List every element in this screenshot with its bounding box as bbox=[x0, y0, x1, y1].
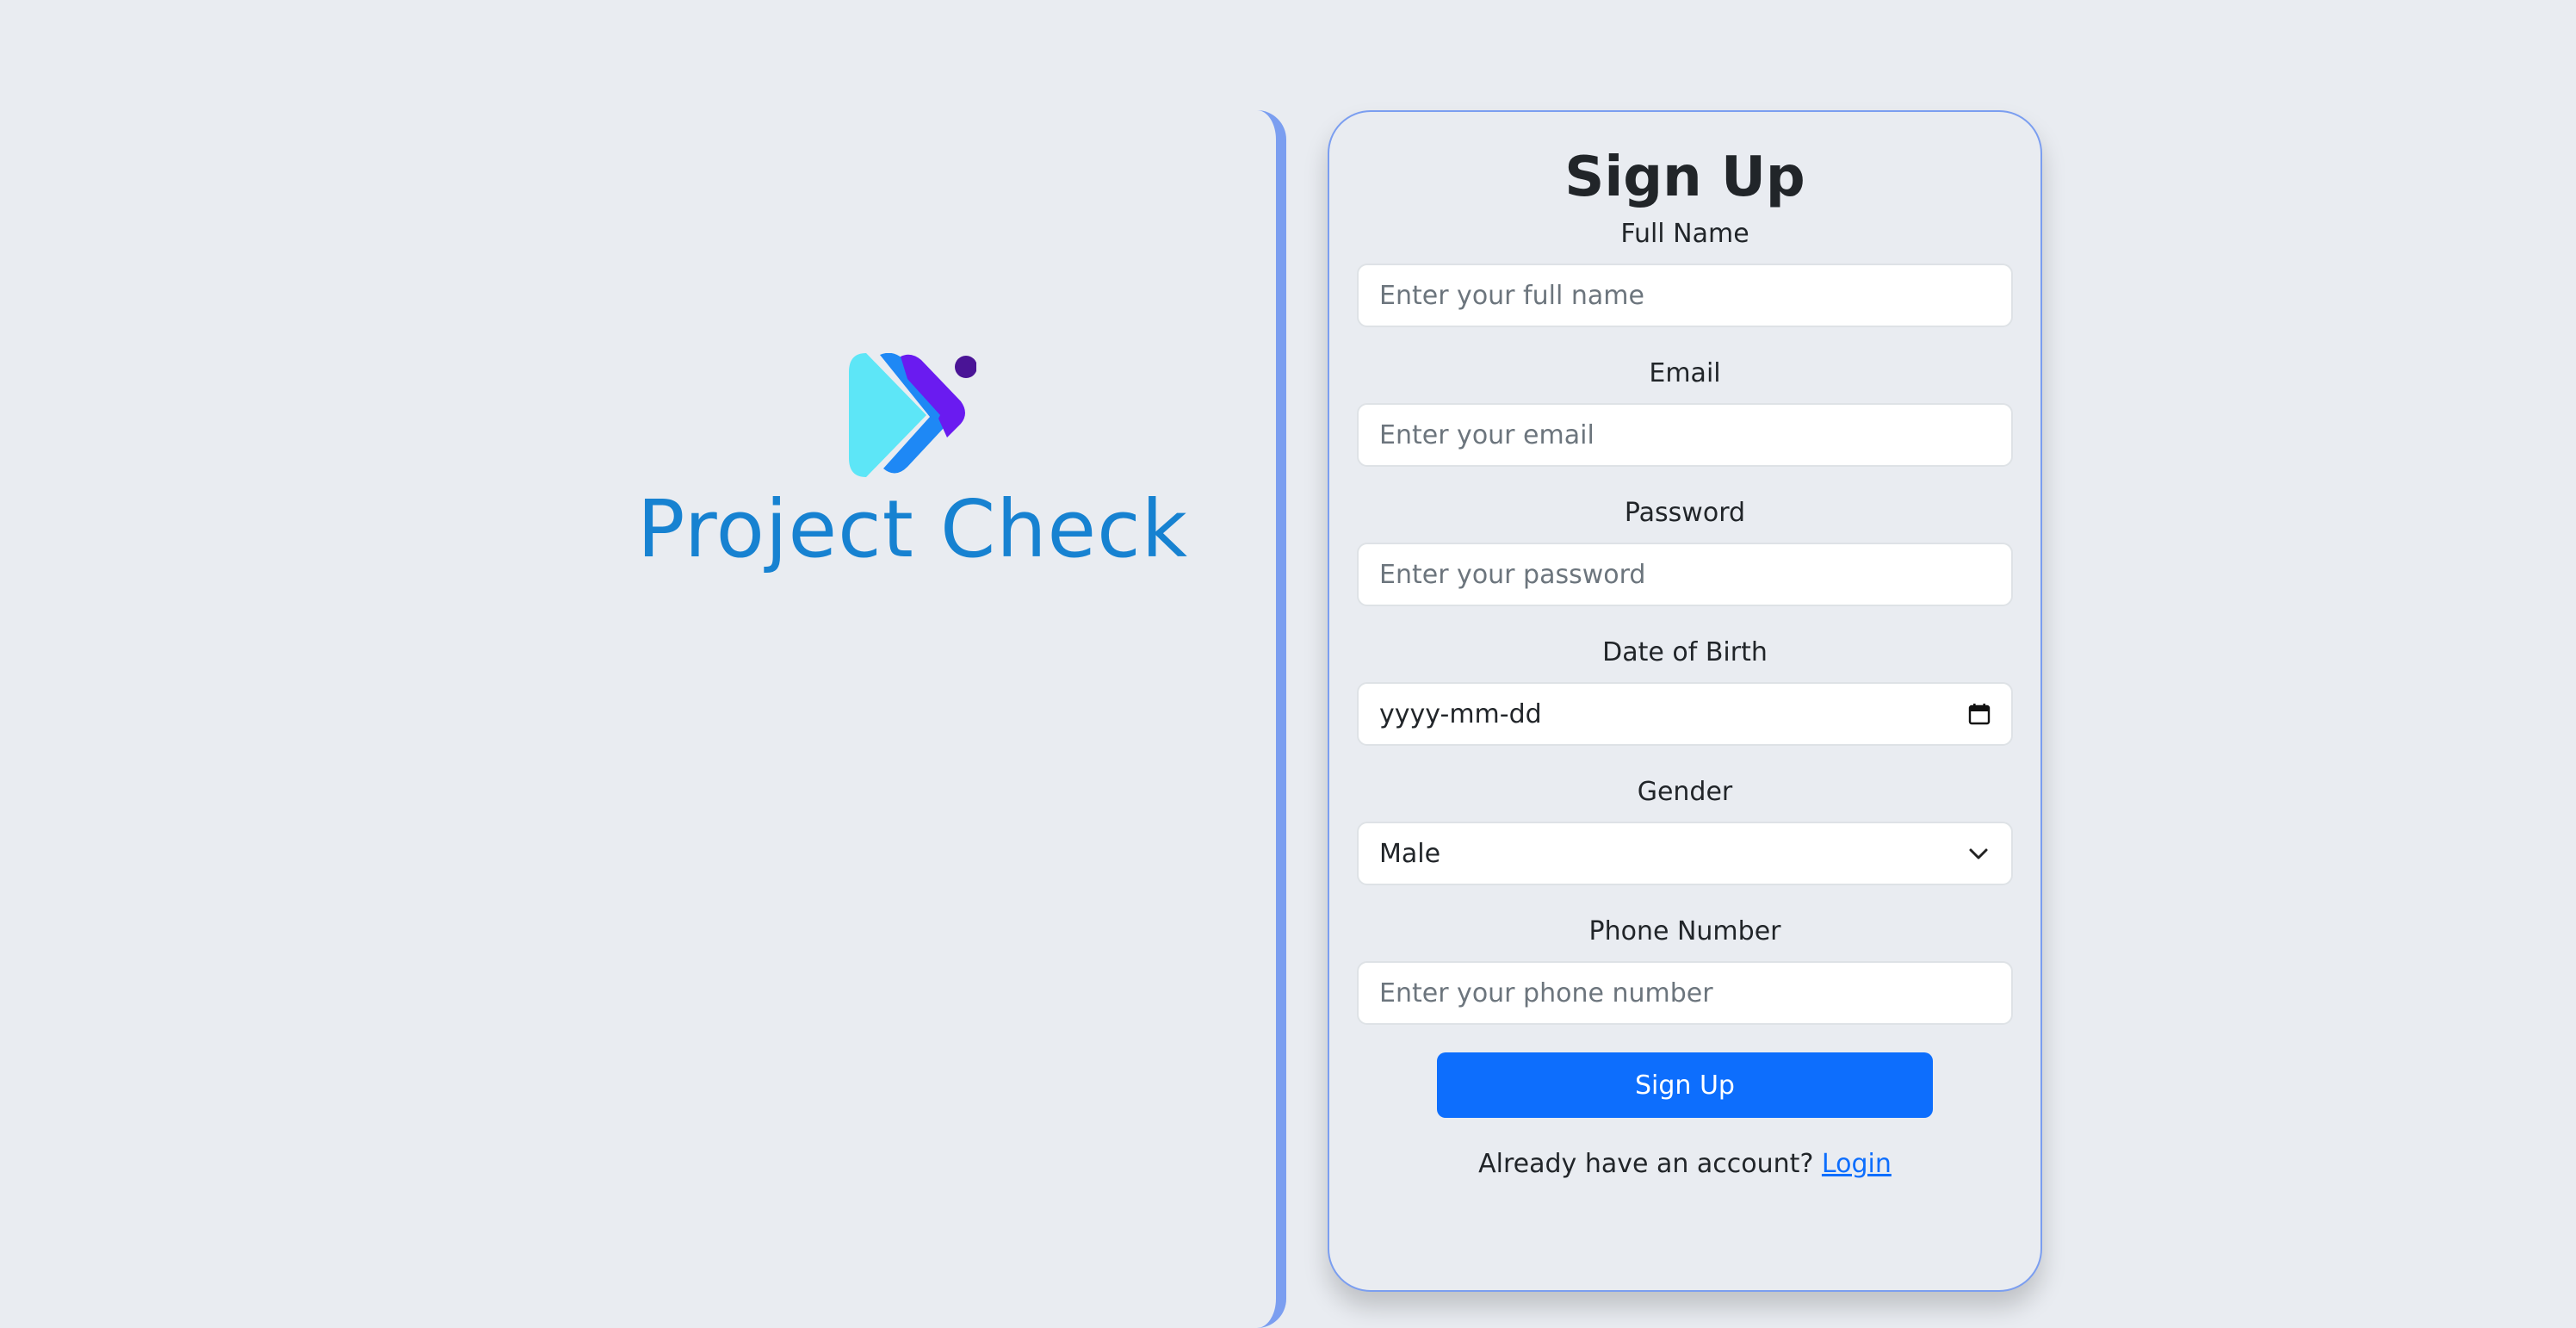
submit-wrap: Sign Up bbox=[1357, 1052, 2013, 1118]
phone-field[interactable] bbox=[1357, 961, 2013, 1025]
email-field-group: Email bbox=[1357, 357, 2013, 467]
login-link[interactable]: Login bbox=[1822, 1149, 1892, 1179]
double-chevron-logo-icon bbox=[849, 353, 976, 477]
password-field[interactable] bbox=[1357, 543, 2013, 606]
brand-name: Project Check bbox=[637, 483, 1189, 575]
gender-field-group: Gender Male bbox=[1357, 775, 2013, 885]
gender-label: Gender bbox=[1637, 777, 1733, 807]
full-name-field[interactable] bbox=[1357, 264, 2013, 327]
email-label: Email bbox=[1649, 358, 1721, 388]
dob-input[interactable]: yyyy-mm-dd bbox=[1357, 682, 2013, 746]
full-name-input[interactable] bbox=[1379, 280, 1991, 311]
email-field[interactable] bbox=[1357, 403, 2013, 467]
gender-selected-value: Male bbox=[1379, 838, 1441, 869]
vertical-divider bbox=[1257, 110, 1286, 1328]
chevron-down-icon bbox=[1969, 848, 1988, 859]
brand-area: Project Check bbox=[637, 353, 1188, 577]
dob-value: yyyy-mm-dd bbox=[1379, 698, 1542, 729]
login-prompt-line: Already have an account? Login bbox=[1357, 1149, 2013, 1179]
password-input[interactable] bbox=[1379, 559, 1991, 590]
email-input[interactable] bbox=[1379, 419, 1991, 450]
dob-field-group: Date of Birth yyyy-mm-dd bbox=[1357, 636, 2013, 746]
signup-card: Sign Up Full Name Email Password Date of… bbox=[1328, 110, 2042, 1292]
full-name-label: Full Name bbox=[1620, 219, 1749, 249]
login-prompt-text: Already have an account? bbox=[1478, 1149, 1814, 1179]
phone-label: Phone Number bbox=[1588, 916, 1781, 946]
password-field-group: Password bbox=[1357, 496, 2013, 606]
gender-select[interactable]: Male bbox=[1357, 822, 2013, 885]
dob-label: Date of Birth bbox=[1602, 637, 1768, 667]
calendar-icon[interactable] bbox=[1968, 703, 1991, 725]
phone-input[interactable] bbox=[1379, 977, 1991, 1008]
signup-button[interactable]: Sign Up bbox=[1437, 1052, 1933, 1118]
phone-field-group: Phone Number bbox=[1357, 915, 2013, 1025]
password-label: Password bbox=[1624, 498, 1746, 528]
full-name-field-group: Full Name bbox=[1357, 217, 2013, 327]
page-title: Sign Up bbox=[1564, 146, 1805, 209]
